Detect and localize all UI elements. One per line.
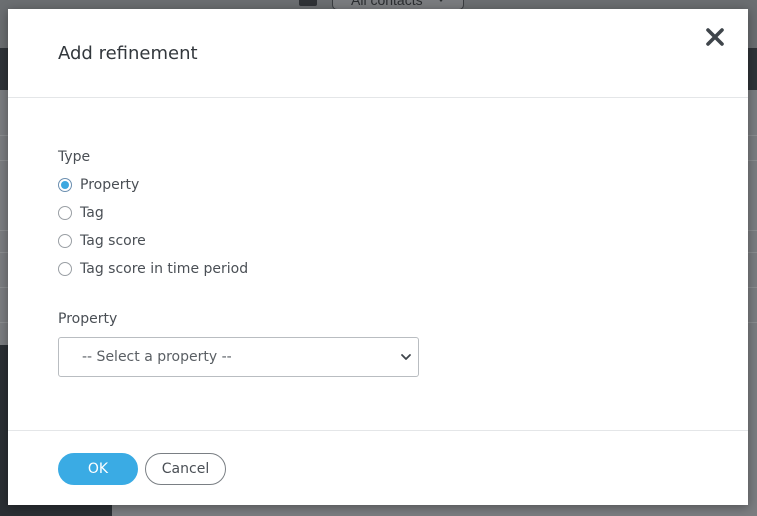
radio-option-property[interactable]: Property (58, 171, 698, 199)
add-refinement-dialog: Add refinement Type Property Tag Tag sco… (8, 9, 748, 505)
cancel-button[interactable]: Cancel (145, 453, 226, 485)
radio-label: Tag score (80, 233, 146, 249)
radio-label: Property (80, 177, 140, 193)
type-radio-group: Property Tag Tag score Tag score in time… (58, 171, 698, 283)
ok-button[interactable]: OK (58, 453, 138, 485)
radio-button[interactable] (58, 178, 72, 192)
close-icon (706, 28, 724, 46)
chevron-down-icon (401, 354, 411, 360)
dialog-header: Add refinement (8, 9, 748, 98)
property-select-value: -- Select a property -- (82, 349, 232, 365)
background-contacts-filter-label: All contacts (351, 0, 423, 8)
dialog-title: Add refinement (58, 43, 198, 64)
close-button[interactable] (702, 24, 728, 50)
property-select[interactable]: -- Select a property -- (58, 337, 419, 377)
radio-button[interactable] (58, 234, 72, 248)
dialog-body: Type Property Tag Tag score Tag score in… (58, 149, 698, 283)
radio-label: Tag (80, 205, 104, 221)
radio-button[interactable] (58, 206, 72, 220)
property-label: Property (58, 311, 118, 327)
radio-label: Tag score in time period (80, 261, 249, 277)
radio-option-tag[interactable]: Tag (58, 199, 698, 227)
dialog-footer: OK Cancel (8, 430, 748, 505)
radio-button[interactable] (58, 262, 72, 276)
background-save-icon (299, 0, 317, 6)
caret-down-icon (437, 0, 445, 2)
type-label: Type (58, 149, 91, 165)
radio-option-tag-score[interactable]: Tag score (58, 227, 698, 255)
radio-option-tag-score-time-period[interactable]: Tag score in time period (58, 255, 698, 283)
